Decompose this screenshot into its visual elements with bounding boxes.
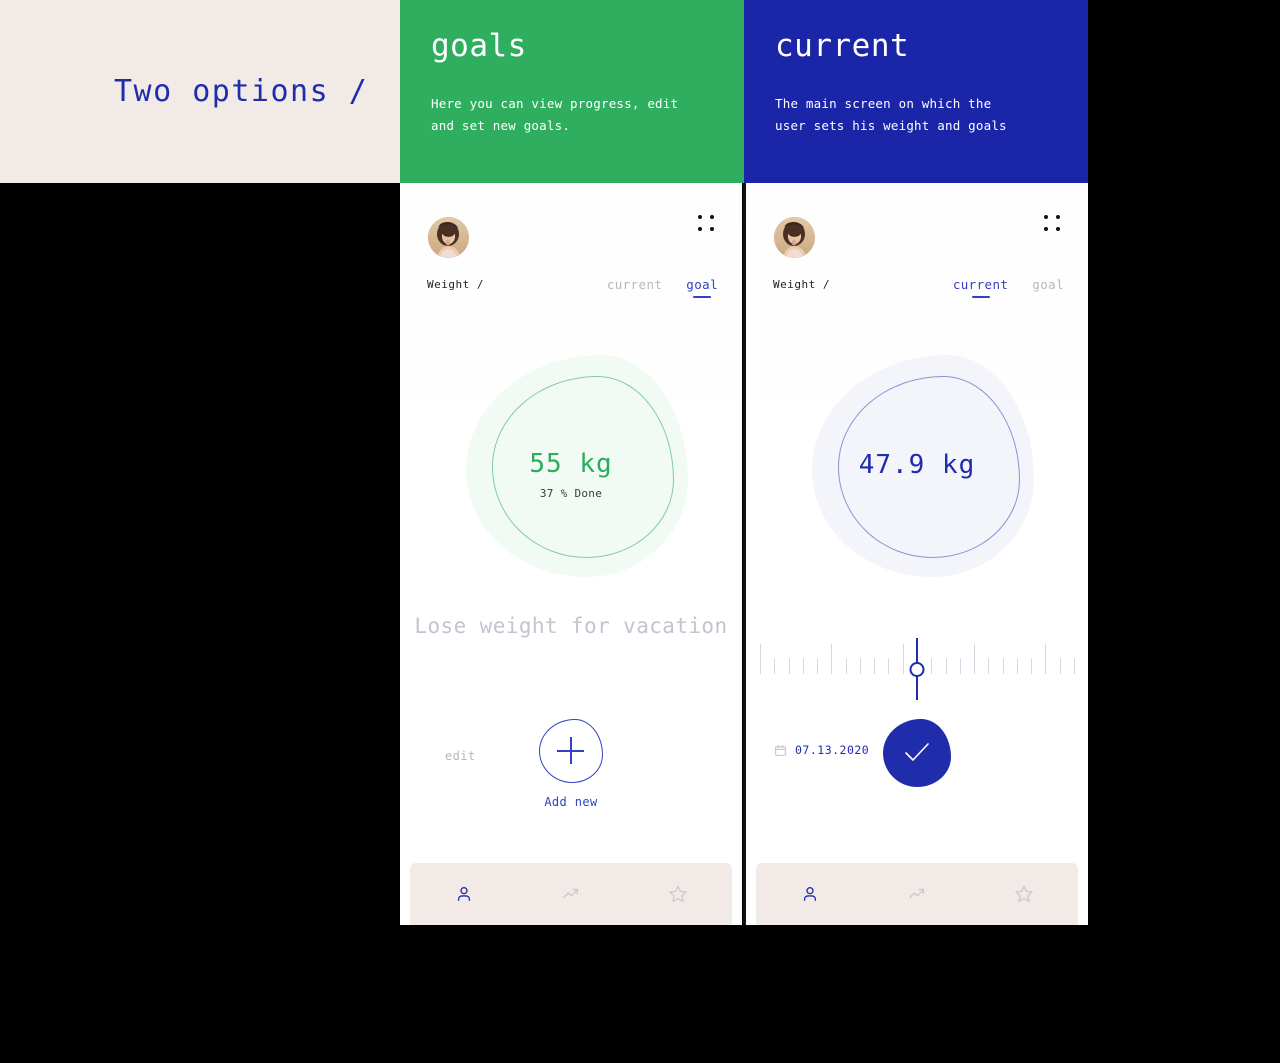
goal-gauge: 55 kg 37 % Done xyxy=(454,345,688,589)
gauge-subtext: 37 % Done xyxy=(539,487,603,500)
section-label: Weight / xyxy=(773,278,830,291)
grid-dots-icon[interactable] xyxy=(698,215,716,233)
nav-item-favourites[interactable] xyxy=(658,874,698,914)
bottom-nav-goals xyxy=(410,863,732,925)
panel-goals-description: Here you can view progress, edit and set… xyxy=(431,96,679,133)
tab-current[interactable]: current xyxy=(953,277,1008,298)
panel-goals-title: goals xyxy=(431,28,527,64)
gauge-value: 47.9 kg xyxy=(858,450,976,480)
user-avatar-photo xyxy=(428,217,469,258)
nav-item-favourites[interactable] xyxy=(1004,874,1044,914)
ruler-tick-minor xyxy=(874,658,876,674)
person-icon xyxy=(457,887,470,901)
ruler-tick-major xyxy=(760,644,761,674)
ruler-tick-minor xyxy=(788,658,790,674)
screen-goals-body: Weight / current goal 55 kg 37 % Done Lo… xyxy=(400,183,742,925)
panel-current-header: current The main screen on which the use… xyxy=(744,0,1088,183)
tab-bar: current goal xyxy=(953,277,1064,298)
check-icon xyxy=(905,743,929,761)
edit-button[interactable]: edit xyxy=(445,749,476,763)
ruler-tick-minor xyxy=(959,658,961,674)
ruler-tick-minor xyxy=(817,658,819,674)
bottom-nav-current xyxy=(756,863,1078,925)
ruler-tick-minor xyxy=(988,658,990,674)
trending-up-icon xyxy=(562,888,579,899)
section-label: Weight / xyxy=(427,278,484,291)
tab-goal[interactable]: goal xyxy=(686,277,718,298)
add-new-label: Add new xyxy=(544,795,598,809)
band-filler xyxy=(1088,0,1280,183)
tab-current[interactable]: current xyxy=(607,277,662,298)
ruler-tick-major xyxy=(1045,644,1047,674)
nav-item-progress[interactable] xyxy=(551,874,591,914)
screen-current: Weight / current goal 47.9 kg 07.13.2020 xyxy=(746,183,1088,925)
trending-up-icon xyxy=(908,888,925,899)
tab-current-label: current xyxy=(952,277,1009,292)
tab-active-underline xyxy=(971,296,990,298)
tab-active-underline xyxy=(693,296,712,298)
ruler-tick-minor xyxy=(845,658,847,674)
tab-goal-label: goal xyxy=(686,277,718,292)
ruler-tick-minor xyxy=(945,658,947,674)
tab-bar: current goal xyxy=(607,277,718,298)
tab-goal-label: goal xyxy=(1032,277,1064,292)
ruler-tick-major xyxy=(974,644,976,674)
current-weight-gauge: 47.9 kg xyxy=(800,345,1034,589)
screen-current-body: Weight / current goal 47.9 kg 07.13.2020 xyxy=(746,183,1088,925)
user-avatar-photo xyxy=(774,217,815,258)
ruler-tick-minor xyxy=(859,658,861,674)
person-icon xyxy=(803,887,816,901)
headline-block: Two options / xyxy=(0,0,400,183)
avatar[interactable] xyxy=(428,217,469,258)
confirm-button[interactable] xyxy=(883,719,951,787)
nav-item-profile[interactable] xyxy=(790,874,830,914)
screen-goals: Weight / current goal 55 kg 37 % Done Lo… xyxy=(400,183,742,925)
panel-current-description: The main screen on which the user sets h… xyxy=(775,96,1007,133)
star-icon xyxy=(669,885,688,903)
annotation-band: Two options / goals Here you can view pr… xyxy=(0,0,1280,183)
ruler-tick-minor xyxy=(888,658,890,674)
ruler-tick-minor xyxy=(802,658,804,674)
tab-goal[interactable]: goal xyxy=(1032,277,1064,298)
ruler-tick-minor xyxy=(774,658,776,674)
nav-item-progress[interactable] xyxy=(897,874,937,914)
ruler-knob[interactable] xyxy=(909,662,925,677)
nav-item-profile[interactable] xyxy=(444,874,484,914)
avatar[interactable] xyxy=(774,217,815,258)
ruler-tick-minor xyxy=(1059,658,1061,674)
ruler-tick-minor xyxy=(1074,658,1075,674)
ruler-tick-minor xyxy=(931,658,933,674)
date-field[interactable]: 07.13.2020 xyxy=(774,743,869,757)
ruler-tick-minor xyxy=(1016,658,1018,674)
poster-canvas: Two options / goals Here you can view pr… xyxy=(0,0,1280,1063)
plus-icon-vertical xyxy=(570,737,572,764)
date-value: 07.13.2020 xyxy=(795,743,870,757)
ruler-tick-minor xyxy=(1002,658,1004,674)
grid-dots-icon[interactable] xyxy=(1044,215,1062,233)
panel-current-title: current xyxy=(775,28,910,64)
tab-current-label: current xyxy=(606,277,663,292)
gauge-value: 55 kg xyxy=(529,449,613,479)
star-icon xyxy=(1015,885,1034,903)
goal-caption: Lose weight for vacation xyxy=(414,614,728,638)
poster-headline: Two options / xyxy=(114,74,369,109)
calendar-icon xyxy=(775,744,786,756)
weight-ruler-slider[interactable] xyxy=(760,638,1075,700)
panel-goals-header: goals Here you can view progress, edit a… xyxy=(400,0,744,183)
ruler-tick-major xyxy=(902,644,904,674)
ruler-tick-minor xyxy=(1031,658,1033,674)
add-new-button[interactable] xyxy=(539,719,603,783)
ruler-tick-major xyxy=(831,644,833,674)
